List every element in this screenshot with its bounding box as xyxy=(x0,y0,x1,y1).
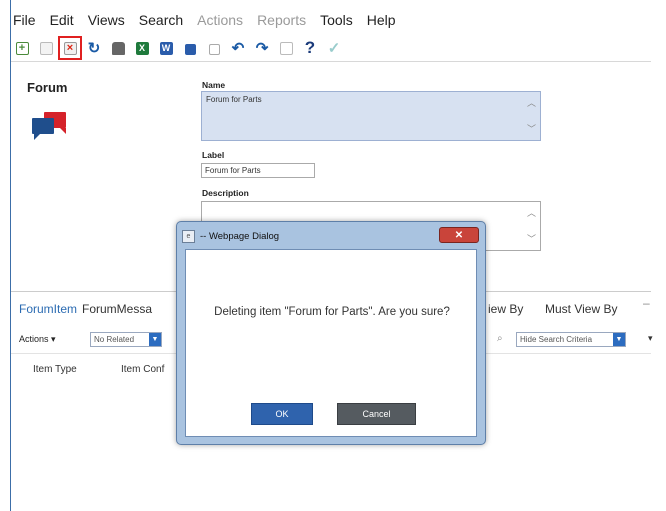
clipboard-icon[interactable] xyxy=(278,40,294,56)
ok-button[interactable]: OK xyxy=(251,403,313,425)
print-icon[interactable] xyxy=(110,40,126,56)
toolbar: + × ↻ X W ↶ ↷ ? ✓ xyxy=(14,36,342,60)
tab-forummessage[interactable]: ForumMessa xyxy=(82,302,152,316)
scroll-down-icon[interactable]: ﹀ xyxy=(527,122,536,135)
dropdown-arrow-icon: ▼ xyxy=(613,333,625,346)
excel-icon[interactable]: X xyxy=(134,40,150,56)
description-label: Description xyxy=(202,188,249,198)
page-icon[interactable] xyxy=(38,40,54,56)
related-select-value: No Related xyxy=(94,335,135,344)
scroll-down-icon[interactable]: ﹀ xyxy=(527,232,536,245)
search-criteria-select[interactable]: Hide Search Criteria ▼ xyxy=(516,332,626,347)
name-value: Forum for Parts xyxy=(206,95,262,104)
menu-bar: File Edit Views Search Actions Reports T… xyxy=(13,12,396,34)
name-field[interactable]: Forum for Parts ︿ ﹀ xyxy=(201,91,541,141)
menu-search[interactable]: Search xyxy=(139,12,183,34)
minimize-icon[interactable]: – xyxy=(643,296,650,310)
menu-reports[interactable]: Reports xyxy=(257,12,306,34)
item-title: Forum xyxy=(27,80,68,95)
dialog-body: Deleting item "Forum for Parts". Are you… xyxy=(185,249,477,437)
tab-forumitem[interactable]: ForumItem xyxy=(19,302,77,316)
dialog-title: -- Webpage Dialog xyxy=(200,230,280,242)
column-item-type[interactable]: Item Type xyxy=(33,364,77,375)
undo-icon[interactable]: ↶ xyxy=(230,40,246,57)
add-icon[interactable]: + xyxy=(14,40,30,56)
tab-view-by[interactable]: iew By xyxy=(488,302,523,316)
redo-icon[interactable]: ↷ xyxy=(254,40,270,57)
menu-views[interactable]: Views xyxy=(88,12,125,34)
check-icon[interactable]: ✓ xyxy=(326,40,342,57)
name-label: Name xyxy=(202,80,226,90)
search-criteria-value: Hide Search Criteria xyxy=(520,335,593,344)
close-icon: ✕ xyxy=(454,229,464,241)
unlock-icon[interactable] xyxy=(206,40,222,56)
related-select[interactable]: No Related ▼ xyxy=(90,332,162,347)
dropdown-arrow-icon: ▼ xyxy=(149,333,161,346)
page-icon: e xyxy=(182,229,195,243)
scroll-up-icon[interactable]: ︿ xyxy=(527,96,536,109)
refresh-icon[interactable]: ↻ xyxy=(86,40,102,57)
label-field[interactable]: Forum for Parts xyxy=(201,163,315,178)
menu-tools[interactable]: Tools xyxy=(320,12,353,34)
close-button[interactable]: ✕ xyxy=(439,227,479,243)
confirm-dialog: e -- Webpage Dialog ✕ Deleting item "For… xyxy=(176,221,486,445)
tab-must-view-by[interactable]: Must View By xyxy=(545,302,617,316)
lock-icon[interactable] xyxy=(182,40,198,56)
help-icon[interactable]: ? xyxy=(302,38,318,57)
toolbar-divider xyxy=(11,61,651,62)
actions-label: Actions xyxy=(19,334,49,344)
label-label: Label xyxy=(202,150,225,160)
menu-file[interactable]: File xyxy=(13,12,36,34)
actions-menu[interactable]: Actions ▾ xyxy=(19,334,56,345)
scroll-up-icon[interactable]: ︿ xyxy=(527,206,536,219)
forum-icon xyxy=(32,112,66,140)
dialog-message: Deleting item "Forum for Parts". Are you… xyxy=(214,306,450,318)
word-icon[interactable]: W xyxy=(158,40,174,56)
delete-icon[interactable]: × xyxy=(58,36,82,60)
menu-edit[interactable]: Edit xyxy=(50,12,74,34)
search-icon[interactable]: ⌕ xyxy=(497,333,503,344)
dialog-titlebar[interactable]: e -- Webpage Dialog ✕ xyxy=(182,227,479,245)
cancel-button[interactable]: Cancel xyxy=(337,403,416,425)
menu-actions[interactable]: Actions xyxy=(197,12,243,34)
menu-help[interactable]: Help xyxy=(367,12,396,34)
more-options-icon[interactable]: ▾ xyxy=(648,333,653,344)
column-item-config[interactable]: Item Conf xyxy=(121,364,164,375)
